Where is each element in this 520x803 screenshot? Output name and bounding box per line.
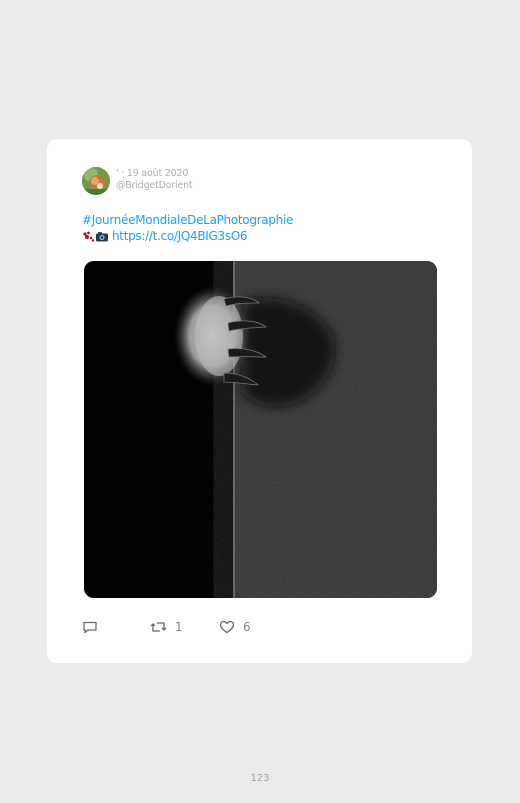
hashtag-link[interactable]: #JournéeMondialeDeLaPhotographie: [82, 213, 293, 229]
author-handle[interactable]: @BridgetDorient: [116, 180, 193, 192]
author-name[interactable]: ': [116, 168, 119, 179]
cat-paw-photo-image: [84, 261, 437, 598]
like-count: 6: [243, 620, 251, 634]
tweet-date[interactable]: · 19 août 2020: [121, 168, 188, 179]
tweet-actions: 1 6: [82, 619, 382, 635]
reply-button[interactable]: [82, 619, 106, 635]
tweet-text: #JournéeMondialeDeLaPhotographie https:/…: [82, 213, 293, 244]
paw-camera-emoji-icon: [82, 231, 110, 242]
avatar[interactable]: [82, 167, 110, 195]
page-number: 123: [250, 773, 270, 784]
like-button[interactable]: 6: [219, 619, 251, 635]
tweet-photo[interactable]: [84, 261, 437, 598]
retweet-count: 1: [175, 620, 183, 634]
reply-icon: [83, 621, 97, 634]
retweet-button[interactable]: 1: [150, 619, 183, 635]
heart-icon: [219, 620, 235, 634]
tweet-meta: ' · 19 août 2020 @BridgetDorient: [116, 168, 193, 192]
avatar-image: [82, 167, 110, 195]
retweet-icon: [150, 622, 167, 632]
tweet-link[interactable]: https://t.co/JQ4BIG3sO6: [112, 229, 248, 243]
tweet-card: ' · 19 août 2020 @BridgetDorient #Journé…: [47, 139, 472, 663]
